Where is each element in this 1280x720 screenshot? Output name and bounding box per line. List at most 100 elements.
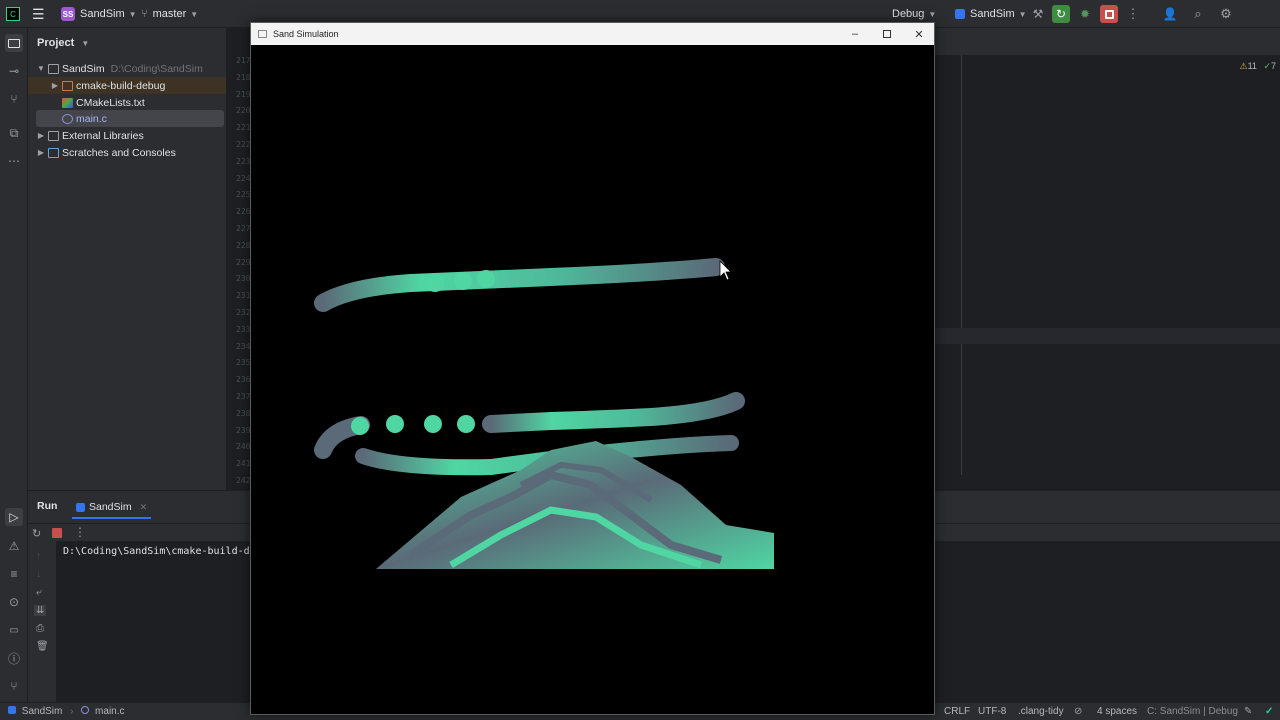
services-tool-button[interactable]: ⊙ <box>5 593 23 611</box>
maximize-button[interactable] <box>871 23 903 45</box>
settings-button[interactable]: ⚙ <box>1217 5 1235 23</box>
tree-item-scratches[interactable]: ▶ Scratches and Consoles <box>28 144 226 161</box>
line-number: 236 <box>236 375 251 385</box>
close-icon[interactable]: ✕ <box>140 502 148 513</box>
editor-area[interactable]: ⚠11 ✓7 <box>935 55 1280 490</box>
breadcrumb-file[interactable]: main.c <box>95 706 124 717</box>
rerun-button[interactable]: ↻ <box>1052 5 1070 23</box>
sand-simulation-window[interactable]: Sand Simulation – ✕ <box>250 22 935 715</box>
more-actions-button[interactable]: ⋮ <box>1124 5 1142 23</box>
arrow-down-icon[interactable]: ↓ <box>36 569 41 580</box>
git-branch-icon: ⑂ <box>141 8 148 20</box>
build-button[interactable]: ⚒ <box>1029 5 1047 23</box>
sim-window-title: Sand Simulation <box>273 29 339 39</box>
bug-icon: ✹ <box>1079 7 1091 21</box>
ai-assistant-icon[interactable]: ✓ <box>1265 706 1273 717</box>
add-user-icon: 👤 <box>1162 7 1178 21</box>
structure-tool-button[interactable]: ⧉ <box>5 124 23 142</box>
todo-tool-button[interactable]: ≡ <box>5 565 23 583</box>
tree-item-cmake-build-debug[interactable]: ▶ cmake-build-debug <box>28 77 226 94</box>
run-panel-title: Run <box>37 500 58 512</box>
tree-item-root[interactable]: ▼ SandSim D:\Coding\SandSim <box>28 60 226 77</box>
run-tab-sandsim[interactable]: SandSim ✕ <box>72 497 152 519</box>
sand-render <box>314 258 774 569</box>
branch-selector[interactable]: ⑂ master ▼ <box>141 0 198 28</box>
current-line-highlight <box>935 328 1280 344</box>
readonly-lock-icon[interactable]: ✎ <box>1244 706 1252 717</box>
run-tool-button[interactable]: ▷ <box>5 508 23 526</box>
file-encoding[interactable]: UTF-8 <box>978 706 1006 717</box>
problems-tool-button[interactable]: ⚠ <box>5 537 23 555</box>
stop-button[interactable] <box>52 528 62 538</box>
chevron-down-icon: ▼ <box>190 9 199 19</box>
rerun-button[interactable]: ↻ <box>32 526 46 540</box>
linter-config[interactable]: .clang-tidy <box>1018 706 1064 717</box>
line-number: 228 <box>236 240 251 250</box>
commit-tool-button[interactable]: ⊸ <box>5 62 23 80</box>
chevron-down-icon: ▼ <box>128 9 137 19</box>
inspection-widget[interactable]: ⚠11 ✓7 <box>1240 61 1277 72</box>
tree-item-label: cmake-build-debug <box>76 79 166 92</box>
stop-button[interactable] <box>1100 5 1118 23</box>
tree-item-label: SandSim <box>62 62 105 75</box>
folder-icon <box>48 63 59 74</box>
left-tool-strip: ⊸ ⑂ ⧉ ⋯ ▷ ⚠ ≡ ⊙ ▭ ⓘ ⑂ <box>0 28 28 702</box>
project-tool-button[interactable] <box>5 34 23 52</box>
project-panel-header[interactable]: Project ▼ <box>37 37 89 49</box>
info-icon: ⓘ <box>7 651 20 666</box>
inspection-count: 11 <box>1247 61 1257 71</box>
search-button[interactable]: ⌕ <box>1189 5 1207 23</box>
simulation-canvas[interactable] <box>251 45 934 714</box>
line-number: 232 <box>236 308 251 317</box>
git-tool-button[interactable]: ⑂ <box>5 677 23 695</box>
line-number: 218 <box>236 72 251 82</box>
target-selector[interactable]: SandSim ▼ <box>955 0 1027 28</box>
indent-setting[interactable]: 4 spaces <box>1097 706 1137 717</box>
chevron-down-icon: ▼ <box>1018 9 1027 19</box>
no-edit-icon[interactable]: ⊘ <box>1074 706 1082 717</box>
app-logo[interactable]: C <box>6 0 20 28</box>
main-menu-button[interactable]: ☰ <box>32 0 45 28</box>
tree-item-main-c[interactable]: main.c <box>36 110 224 127</box>
list-icon: ≡ <box>10 567 18 581</box>
minimize-button[interactable]: – <box>839 23 871 45</box>
sand-stroke-top <box>314 258 725 312</box>
line-number: 230 <box>236 274 251 284</box>
more-tools-button[interactable]: ⋯ <box>5 152 23 170</box>
run-config-label: Debug <box>892 8 925 20</box>
scroll-to-end-icon[interactable]: ⇊ <box>34 605 47 616</box>
line-number: 221 <box>236 123 251 133</box>
stop-icon <box>1104 9 1114 19</box>
trash-icon[interactable]: 🗑 <box>36 641 49 652</box>
soft-wrap-icon[interactable]: ⤶ <box>36 587 42 598</box>
sim-window-titlebar[interactable]: Sand Simulation – ✕ <box>251 23 934 45</box>
folder-icon <box>62 80 73 91</box>
tree-item-external-libraries[interactable]: ▶ External Libraries <box>28 127 226 144</box>
terminal-tool-button[interactable]: ▭ <box>5 621 23 639</box>
cmake-target-icon <box>76 502 85 512</box>
print-icon[interactable]: ⎙ <box>36 623 44 634</box>
git-icon: ⑂ <box>10 679 18 693</box>
debug-button[interactable]: ✹ <box>1076 5 1094 23</box>
project-badge: SS <box>61 7 75 21</box>
console-output: D:\Coding\SandSim\cmake-build-debu <box>63 546 268 557</box>
breadcrumb-project[interactable]: SandSim <box>22 706 63 717</box>
arrow-up-icon[interactable]: ↑ <box>36 551 41 562</box>
pull-requests-tool-button[interactable]: ⑂ <box>5 90 23 108</box>
tree-item-cmakelists[interactable]: CMakeLists.txt <box>28 94 226 111</box>
context-selector[interactable]: C: SandSim | Debug <box>1147 706 1238 717</box>
project-selector[interactable]: SS SandSim ▼ <box>61 0 137 28</box>
line-separator[interactable]: CRLF <box>944 706 970 717</box>
cmake-target-icon <box>955 9 965 19</box>
line-number: 237 <box>236 392 251 401</box>
tree-item-label: Scratches and Consoles <box>62 146 176 159</box>
notifications-tool-button[interactable]: ⓘ <box>5 649 23 667</box>
cmake-file-icon <box>62 97 73 108</box>
close-button[interactable]: ✕ <box>903 23 935 45</box>
code-with-me-button[interactable]: 👤 <box>1161 5 1179 23</box>
more-vertical-icon[interactable]: ⋮ <box>74 525 86 539</box>
minimize-icon: – <box>851 28 859 40</box>
line-number: 231 <box>236 291 251 301</box>
chevron-right-icon: ▶ <box>51 81 59 90</box>
more-vertical-icon: ⋮ <box>1126 6 1140 21</box>
